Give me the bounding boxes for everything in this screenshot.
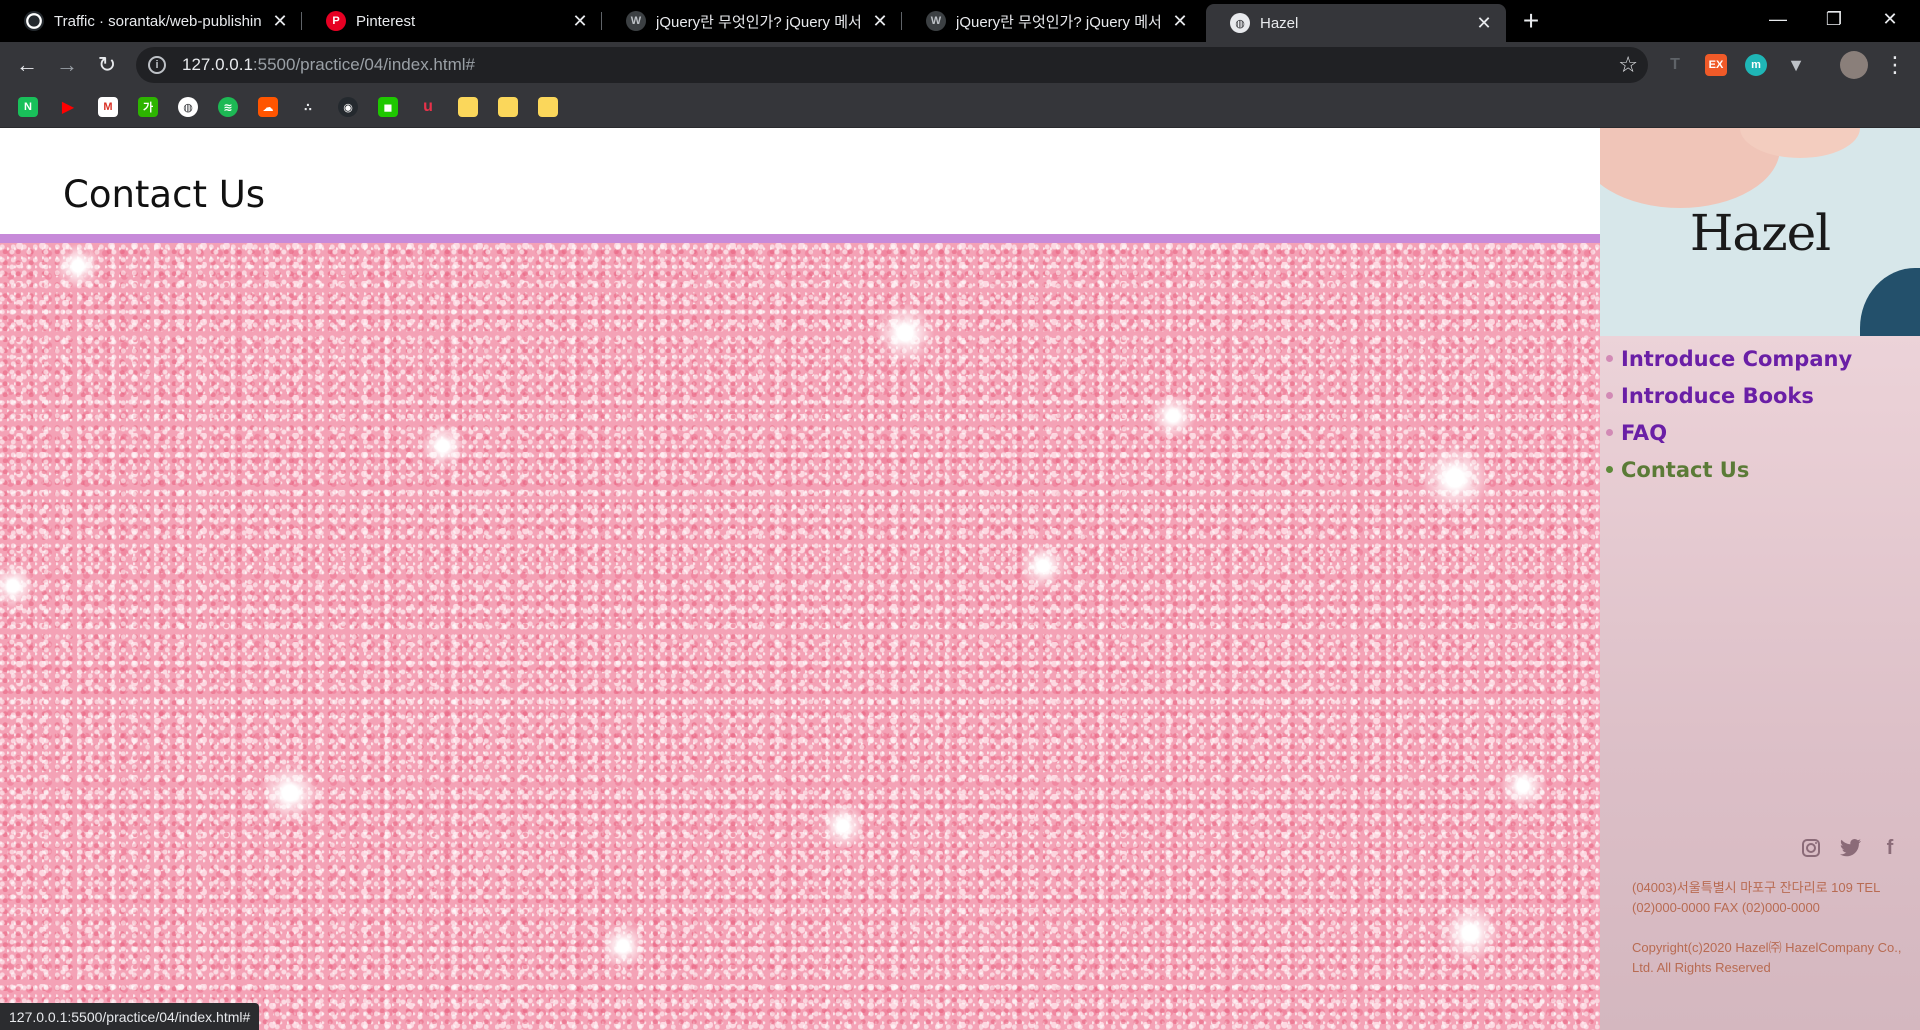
logo[interactable]: Hazel <box>1600 204 1920 262</box>
browser-toolbar: ← → ↻ i 127.0.0.1:5500/practice/04/index… <box>0 42 1920 88</box>
folder-icon[interactable] <box>538 97 558 117</box>
dots-icon[interactable]: ∴ <box>298 97 318 117</box>
close-icon[interactable]: ✕ <box>1170 11 1190 31</box>
facebook-icon[interactable]: f <box>1880 836 1900 860</box>
sidebar-item-introduce-company: Introduce Company <box>1600 340 1920 377</box>
logo-decoration <box>1860 268 1920 336</box>
sidebar-menu: Introduce Company Introduce Books FAQ Co… <box>1600 340 1920 488</box>
ex-extension-icon[interactable]: EX <box>1705 54 1727 76</box>
github-icon <box>24 11 44 31</box>
bullet-icon <box>1606 429 1613 436</box>
twitter-icon[interactable] <box>1838 836 1864 860</box>
soundcloud-icon[interactable]: ☁ <box>258 97 278 117</box>
tab-jquery-2[interactable]: W jQuery란 무엇인가? jQuery 메서 ✕ <box>902 0 1202 42</box>
menu-kebab-icon[interactable]: ⋮ <box>1880 50 1910 80</box>
logo-area: Hazel <box>1600 128 1920 336</box>
avatar[interactable] <box>1840 51 1868 79</box>
tab-title: Traffic · sorantak/web-publishin <box>54 12 262 30</box>
folder-icon[interactable] <box>458 97 478 117</box>
window-close-button[interactable]: ✕ <box>1862 0 1918 38</box>
globe-icon[interactable]: ◍ <box>178 97 198 117</box>
folder-icon[interactable] <box>498 97 518 117</box>
tab-hazel[interactable]: ◍ Hazel ✕ <box>1206 4 1506 42</box>
close-icon[interactable]: ✕ <box>1474 13 1494 33</box>
page-title: Contact Us <box>63 173 266 216</box>
sparkle <box>1420 443 1490 513</box>
site-icon: W <box>926 11 946 31</box>
bullet-icon <box>1606 466 1613 473</box>
sidebar: Hazel Introduce Company Introduce Books … <box>1600 128 1920 1030</box>
sidebar-item-introduce-books: Introduce Books <box>1600 377 1920 414</box>
reload-button[interactable]: ↻ <box>92 50 122 80</box>
close-icon[interactable]: ✕ <box>570 11 590 31</box>
page-viewport: Contact Us Hazel Introduce Company Intro… <box>0 128 1920 1030</box>
m-extension-icon[interactable]: m <box>1745 54 1767 76</box>
u-icon[interactable]: u <box>418 97 438 117</box>
naver-icon[interactable]: N <box>18 97 38 117</box>
sparkle <box>1440 903 1500 963</box>
instagram-icon[interactable] <box>1798 836 1824 860</box>
translate-extension-icon[interactable]: T <box>1664 54 1686 76</box>
pinterest-icon: P <box>326 11 346 31</box>
github-icon[interactable]: ◉ <box>338 97 358 117</box>
sparkle <box>820 803 866 849</box>
sparkle <box>420 423 466 469</box>
globe-icon: ◍ <box>1230 13 1250 33</box>
url-host: 127.0.0.1 <box>182 55 253 74</box>
minimize-button[interactable]: — <box>1750 0 1806 38</box>
close-icon[interactable]: ✕ <box>870 11 890 31</box>
bookmark-green-icon[interactable]: ◼ <box>378 97 398 117</box>
menu-link[interactable]: FAQ <box>1621 421 1667 445</box>
menu-link[interactable]: Introduce Books <box>1621 384 1814 408</box>
tab-jquery-1[interactable]: W jQuery란 무엇인가? jQuery 메서 ✕ <box>602 0 902 42</box>
bookmarks-bar: N ▶ M 가 ◍ ≋ ☁ ∴ ◉ ◼ u <box>0 88 1920 128</box>
sidebar-item-faq: FAQ <box>1600 414 1920 451</box>
spotify-icon[interactable]: ≋ <box>218 97 238 117</box>
sparkle <box>1500 763 1546 809</box>
bookmark-star-icon[interactable]: ☆ <box>1618 52 1638 78</box>
tab-title: jQuery란 무엇인가? jQuery 메서 <box>956 13 1162 31</box>
ga-icon[interactable]: 가 <box>138 97 158 117</box>
page-header: Contact Us <box>0 128 1600 235</box>
v-extension-icon[interactable]: ▼ <box>1785 54 1807 76</box>
bullet-icon <box>1606 355 1613 362</box>
bullet-icon <box>1606 392 1613 399</box>
address-bar[interactable]: i 127.0.0.1:5500/practice/04/index.html#… <box>136 47 1648 83</box>
header-divider <box>0 234 1600 243</box>
info-icon[interactable]: i <box>148 56 166 74</box>
forward-button[interactable]: → <box>52 50 82 80</box>
sparkle <box>260 763 320 823</box>
back-button[interactable]: ← <box>12 50 42 80</box>
tab-strip: Traffic · sorantak/web-publishin ✕ P Pin… <box>0 0 1920 42</box>
sparkle <box>55 243 101 289</box>
menu-link[interactable]: Contact Us <box>1621 458 1749 482</box>
close-icon[interactable]: ✕ <box>270 11 290 31</box>
sparkle <box>600 923 646 969</box>
footer-copyright: Copyright(c)2020 Hazel㈜ HazelCompany Co.… <box>1632 940 1902 975</box>
tab-pinterest[interactable]: P Pinterest ✕ <box>302 0 602 42</box>
gmail-icon[interactable]: M <box>98 97 118 117</box>
site-icon: W <box>626 11 646 31</box>
tab-title: Pinterest <box>356 12 416 30</box>
sidebar-item-contact-us: Contact Us <box>1600 451 1920 488</box>
status-bar-url: 127.0.0.1:5500/practice/04/index.html# <box>0 1003 260 1030</box>
tab-traffic[interactable]: Traffic · sorantak/web-publishin ✕ <box>0 0 302 42</box>
sparkle <box>1020 543 1066 589</box>
glitter-background-image <box>0 243 1600 1030</box>
new-tab-button[interactable]: + <box>1516 5 1546 36</box>
footer-address: (04003)서울특별시 마포구 잔다리로 109 TEL (02)000-00… <box>1632 880 1880 915</box>
tab-title: jQuery란 무엇인가? jQuery 메서 <box>656 13 862 31</box>
sparkle <box>875 303 935 363</box>
tab-title: Hazel <box>1260 14 1299 32</box>
menu-link[interactable]: Introduce Company <box>1621 347 1852 371</box>
address-url: 127.0.0.1:5500/practice/04/index.html# <box>182 55 475 75</box>
sparkle <box>0 563 36 609</box>
youtube-icon[interactable]: ▶ <box>58 97 78 117</box>
sparkle <box>1150 393 1196 439</box>
url-path: :5500/practice/04/index.html# <box>252 55 475 74</box>
maximize-button[interactable]: ❐ <box>1806 0 1862 38</box>
